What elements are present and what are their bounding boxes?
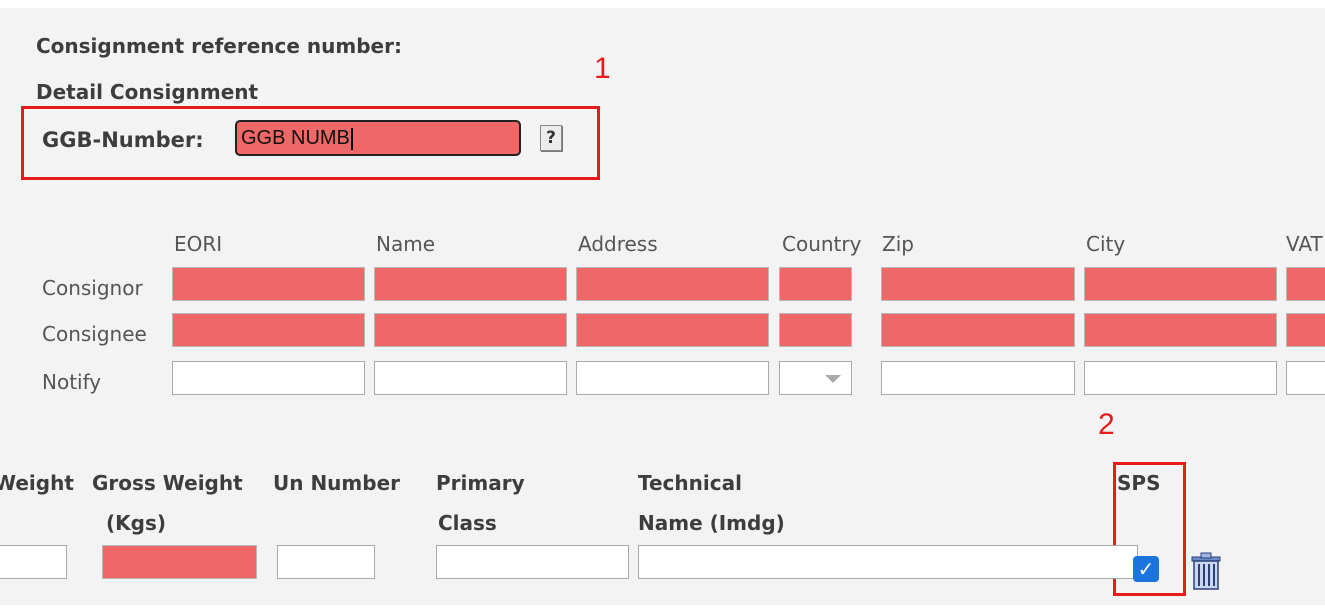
weight-input[interactable] — [0, 545, 67, 579]
sps-checkbox[interactable]: ✓ — [1133, 556, 1159, 582]
consignee-zip-input[interactable] — [881, 313, 1075, 347]
gross-weight-input[interactable] — [102, 545, 257, 579]
primary-class-input[interactable] — [436, 545, 629, 579]
col-header-technical-name: Name (Imdg) — [638, 511, 785, 535]
col-header-city: City — [1086, 232, 1126, 256]
row-label-consignor: Consignor — [42, 276, 143, 300]
consignor-country-select[interactable] — [779, 267, 852, 301]
notify-country-select[interactable] — [779, 361, 852, 395]
col-header-gross-unit: (Kgs) — [106, 511, 166, 535]
consignor-city-input[interactable] — [1084, 267, 1277, 301]
ggb-number-value: GGB NUMB — [241, 127, 350, 149]
consignor-vat-input[interactable] — [1286, 267, 1325, 301]
col-header-gross-weight: Gross Weight — [92, 471, 243, 495]
consignor-zip-input[interactable] — [881, 267, 1075, 301]
col-header-technical: Technical — [638, 471, 742, 495]
text-caret — [350, 127, 353, 150]
col-header-class: Class — [438, 511, 497, 535]
technical-name-input[interactable] — [638, 545, 1138, 579]
ggb-number-input[interactable]: GGB NUMB — [235, 120, 521, 156]
notify-zip-input[interactable] — [881, 361, 1075, 395]
help-icon[interactable]: ? — [540, 125, 562, 151]
col-header-country: Country — [782, 232, 862, 256]
consignor-eori-input[interactable] — [172, 267, 365, 301]
consignment-panel: Consignment reference number: Detail Con… — [0, 8, 1325, 605]
consignee-address-input[interactable] — [576, 313, 769, 347]
consignee-eori-input[interactable] — [172, 313, 365, 347]
trash-icon[interactable] — [1188, 551, 1224, 591]
col-header-address: Address — [578, 232, 658, 256]
consignment-reference-label: Consignment reference number: — [36, 34, 402, 58]
notify-eori-input[interactable] — [172, 361, 365, 395]
col-header-un-number: Un Number — [273, 471, 401, 495]
annotation-marker-1: 1 — [594, 52, 611, 85]
col-header-vat: VAT — [1286, 232, 1323, 256]
col-header-name: Name — [376, 232, 436, 256]
col-header-eori: EORI — [174, 232, 223, 256]
row-label-notify: Notify — [42, 370, 102, 394]
notify-name-input[interactable] — [374, 361, 567, 395]
consignee-name-input[interactable] — [374, 313, 567, 347]
notify-city-input[interactable] — [1084, 361, 1277, 395]
col-header-sps: SPS — [1117, 471, 1161, 495]
consignee-city-input[interactable] — [1084, 313, 1277, 347]
col-header-weight: Weight — [0, 471, 74, 495]
row-label-consignee: Consignee — [42, 322, 147, 346]
chevron-down-icon — [825, 375, 841, 383]
consignor-name-input[interactable] — [374, 267, 567, 301]
consignee-vat-input[interactable] — [1286, 313, 1325, 347]
annotation-marker-2: 2 — [1098, 408, 1115, 441]
col-header-primary: Primary — [436, 471, 525, 495]
consignor-address-input[interactable] — [576, 267, 769, 301]
ggb-number-label: GGB-Number: — [42, 128, 204, 152]
notify-vat-input[interactable] — [1286, 361, 1325, 395]
detail-consignment-heading: Detail Consignment — [36, 80, 259, 104]
un-number-input[interactable] — [277, 545, 375, 579]
col-header-zip: Zip — [882, 232, 914, 256]
consignee-country-select[interactable] — [779, 313, 852, 347]
notify-address-input[interactable] — [576, 361, 769, 395]
